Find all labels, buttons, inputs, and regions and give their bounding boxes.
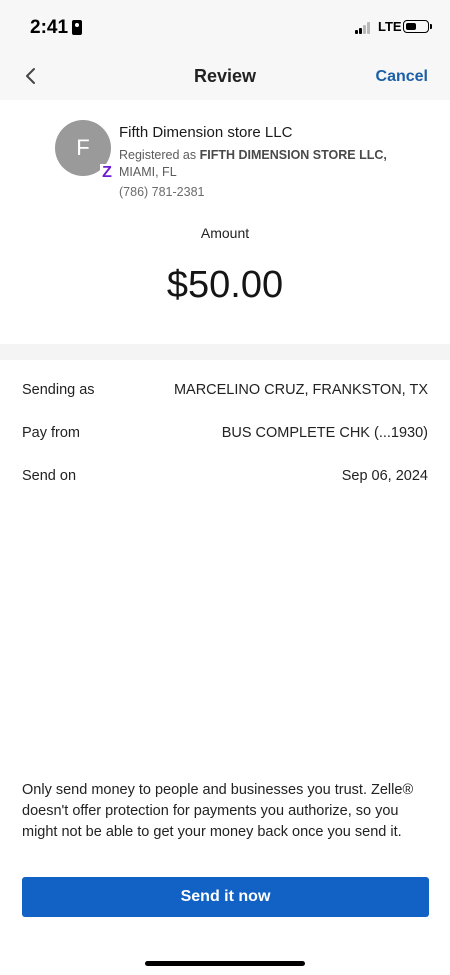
recipient-card: F Z Fifth Dimension store LLC Registered… <box>0 100 450 340</box>
cancel-button[interactable]: Cancel <box>376 68 428 86</box>
detail-label: Pay from <box>22 425 81 441</box>
amount-label: Amount <box>200 225 250 241</box>
zelle-logo-icon: Z <box>100 164 114 181</box>
status-time: 2:41 <box>30 17 69 38</box>
send-it-now-button[interactable]: Send it now <box>22 877 429 917</box>
network-type-label: LTE <box>378 19 402 34</box>
battery-icon <box>403 20 432 33</box>
detail-row-send-on: Send on Sep 06, 2024 <box>0 454 450 484</box>
focus-person-icon <box>72 20 82 35</box>
registered-as-text: Registered as FIFTH DIMENSION STORE LLC, <box>119 148 387 162</box>
detail-value: BUS COMPLETE CHK (...1930) <box>221 425 428 441</box>
detail-row-pay-from: Pay from BUS COMPLETE CHK (...1930) <box>0 411 450 441</box>
detail-value: Sep 06, 2024 <box>341 468 428 484</box>
registered-name: FIFTH DIMENSION STORE LLC, <box>199 148 387 162</box>
registered-prefix: Registered as <box>119 148 200 162</box>
cellular-signal-icon <box>355 22 375 34</box>
section-divider <box>0 344 450 360</box>
detail-row-sending-as: Sending as MARCELINO CRUZ, FRANKSTON, TX <box>0 368 450 398</box>
amount-value: $50.00 <box>166 264 284 306</box>
disclaimer-text: Only send money to people and businesses… <box>22 782 414 840</box>
recipient-name: Fifth Dimension store LLC <box>119 124 293 141</box>
recipient-location: MIAMI, FL <box>119 165 177 179</box>
detail-value: MARCELINO CRUZ, FRANKSTON, TX <box>173 382 428 398</box>
status-bar: 2:41 LTE <box>0 0 450 54</box>
home-indicator[interactable] <box>145 961 305 966</box>
detail-label: Sending as <box>22 382 95 398</box>
recipient-phone: (786) 781-2381 <box>119 185 205 199</box>
navigation-bar: Review Cancel <box>0 54 450 100</box>
detail-label: Send on <box>22 468 77 484</box>
